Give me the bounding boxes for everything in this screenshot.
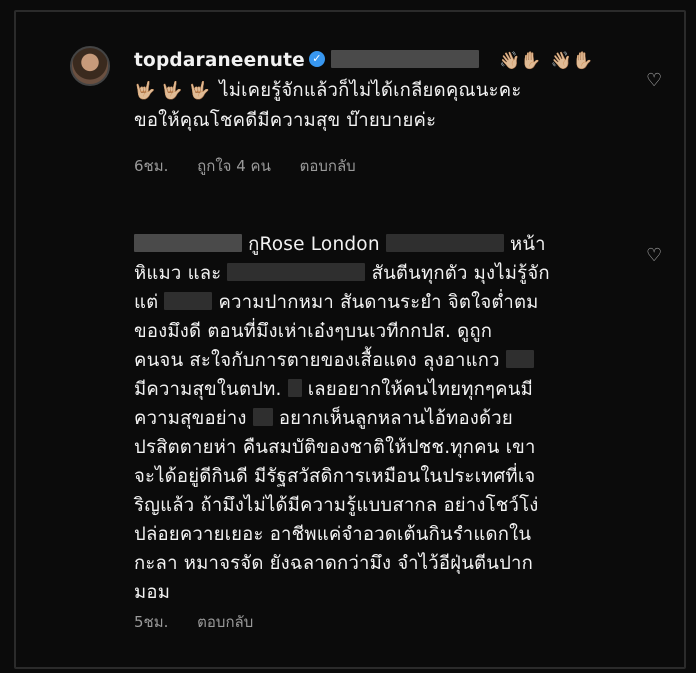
comment-2-line: แต่	[134, 292, 159, 313]
comment-2-line: คนจน สะใจกับการตายของเสื้อแดง ลุงอาแกว	[134, 350, 500, 371]
comment-2-line: ความปากหมา สันดานระยำ จิตใจต่ำตม	[218, 292, 539, 313]
redacted-text	[252, 408, 273, 426]
comment-time: 6ชม.	[134, 157, 169, 175]
comment-2-line: หิแมว และ	[134, 263, 222, 284]
comment-1-text-line1: ไม่เคยรู้จักแล้วก็ไม่ได้เกลียดคุณนะคะ	[219, 80, 522, 101]
reply-button[interactable]: ตอบกลับ	[300, 157, 356, 175]
rock-hand-icon: 🤟🏼	[134, 81, 156, 101]
redacted-text	[227, 263, 366, 281]
comment-2-line: สันตีนทุกตัว มุงไม่รู้จัก	[371, 263, 550, 284]
redacted-text	[385, 234, 504, 252]
comment-2-line: เลยอยากให้คนไทยทุกๆคนมี	[307, 379, 533, 400]
comment-2-line: ของมึงดี ตอนที่มึงเห่าเอ๋งๆบนเวทีกกปส. ด…	[134, 321, 493, 342]
comment-2-line: อยากเห็นลูกหลานไอ้ทองด้วย	[278, 408, 513, 429]
comment-2-line: มอม	[134, 582, 171, 603]
likes-count[interactable]: ถูกใจ 4 คน	[197, 157, 271, 175]
comment-panel: topdaraneenute ✓ 👋🏼✋🏼 👋🏼✋🏼 🤟🏼 🤟🏼 🤟🏼 ไม่เคยรู…	[14, 10, 686, 669]
comment-2-line: ปรสิตตายห่า คืนสมบัติของชาติให้ปชช.ทุกคน…	[134, 437, 536, 458]
heart-icon[interactable]: ♡	[646, 247, 664, 265]
comment-2-line: มีความสุขในตปท.	[134, 379, 282, 400]
verified-badge-icon: ✓	[308, 51, 325, 67]
comment-2-line: ความสุขอย่าง	[134, 408, 247, 429]
redacted-text	[287, 379, 302, 397]
comment-2-line: กูRose London	[248, 234, 380, 255]
comment-2-line: ริญแล้ว ถ้ามึงไม่ได้มีความรู้แบบสากล อย่…	[134, 495, 539, 516]
rock-hand-icon: 🤟🏼	[161, 81, 183, 101]
redacted-username	[134, 234, 242, 252]
wave-hands-icon: 👋🏼✋🏼	[499, 51, 542, 71]
wave-hands-icon: 👋🏼✋🏼	[550, 51, 594, 71]
comment-time: 5ชม.	[134, 613, 169, 631]
comment-2-line: ปล่อยควายเยอะ อาชีพแค่จำอวดเต้นกินรำแดกใ…	[134, 524, 532, 545]
comment-1-meta: 6ชม. ถูกใจ 4 คน ตอบกลับ	[134, 154, 380, 178]
redacted-mention	[330, 50, 479, 68]
comment-2-line: กะลา หมาจรจัด ยังฉลาดกว่ามึง จำไว้อีฝุ่น…	[134, 553, 534, 574]
redacted-text	[164, 292, 213, 310]
username[interactable]: topdaraneenute	[134, 50, 305, 71]
comment-1-text-line2: ขอให้คุณโชคดีมีความสุข บ๊ายบายค่ะ	[134, 110, 437, 131]
comment-2-meta: 5ชม. ตอบกลับ	[134, 610, 277, 634]
rock-hand-icon: 🤟🏼	[188, 81, 211, 101]
heart-icon[interactable]: ♡	[646, 72, 664, 90]
comment-1-body: topdaraneenute ✓ 👋🏼✋🏼 👋🏼✋🏼 🤟🏼 🤟🏼 🤟🏼 ไม่เคยรู…	[134, 46, 624, 135]
redacted-text	[505, 350, 534, 368]
comment-2-line: หน้า	[509, 234, 546, 255]
comment-2-line: จะได้อยู่ดีกินดี มีรัฐสวัสดิการเหมือนในป…	[134, 466, 536, 487]
comment-2-body: กูRose London หน้า หิแมว และ สันตีนทุกตั…	[134, 230, 624, 607]
avatar[interactable]	[70, 46, 110, 86]
reply-button[interactable]: ตอบกลับ	[197, 613, 253, 631]
